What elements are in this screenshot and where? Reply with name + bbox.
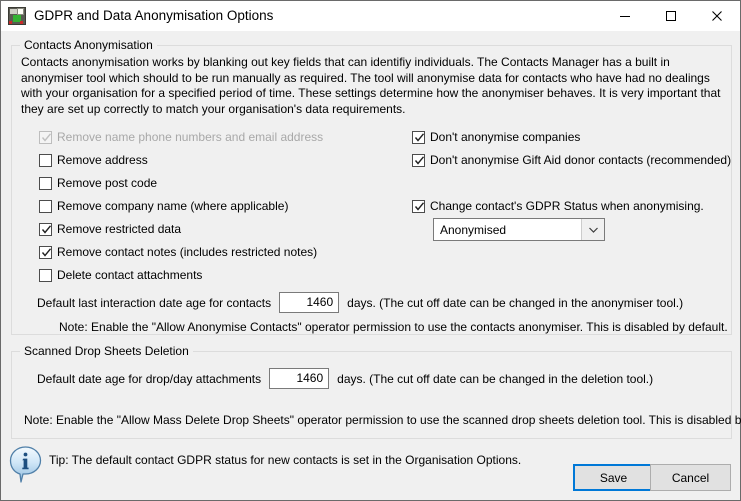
gdpr-status-select[interactable]: Anonymised [433,218,605,241]
checkbox-label: Change contact's GDPR Status when anonym… [430,199,704,213]
checkbox-dont-anonymise-gift-aid[interactable]: Don't anonymise Gift Aid donor contacts … [412,153,731,167]
maximize-icon[interactable] [648,1,694,31]
gdpr-status-value: Anonymised [440,222,507,237]
window-controls [602,1,740,31]
checkbox-remove-contact-notes[interactable]: Remove contact notes (includes restricte… [39,245,317,259]
drop-sheets-permission-note: Note: Enable the "Allow Mass Delete Drop… [24,413,741,427]
checkbox-dont-anonymise-companies[interactable]: Don't anonymise companies [412,130,580,144]
window-title: GDPR and Data Anonymisation Options [34,8,274,23]
checkbox-remove-post-code[interactable]: Remove post code [39,176,157,190]
checkbox-box [39,176,52,190]
minimize-icon[interactable] [602,1,648,31]
gdpr-options-dialog: GDPR and Data Anonymisation Options Cont… [0,0,741,501]
checkbox-box [39,222,52,236]
checkbox-delete-contact-attachments[interactable]: Delete contact attachments [39,268,202,282]
checkbox-label: Remove name phone numbers and email addr… [57,130,324,144]
checkbox-box [412,153,425,167]
checkbox-box [412,199,425,213]
contacts-permission-note: Note: Enable the "Allow Anonymise Contac… [59,320,728,334]
default-drop-attachment-age-row: Default date age for drop/day attachment… [37,368,653,389]
checkbox-label: Remove restricted data [57,222,182,236]
chevron-down-icon[interactable] [581,219,604,240]
checkbox-remove-address[interactable]: Remove address [39,153,148,167]
default-drop-attachment-age-suffix: days. (The cut off date can be changed i… [337,371,654,386]
footer-tip-text: Tip: The default contact GDPR status for… [49,453,522,467]
checkbox-label: Delete contact attachments [57,268,203,282]
checkbox-label: Don't anonymise Gift Aid donor contacts … [430,153,732,167]
drop-sheets-group-title: Scanned Drop Sheets Deletion [20,344,193,358]
save-button[interactable]: Save [573,464,654,491]
checkbox-box [412,130,425,144]
default-last-interaction-suffix: days. (The cut off date can be changed i… [347,295,684,310]
checkbox-box [39,153,52,167]
checkbox-label: Remove company name (where applicable) [57,199,289,213]
dialog-footer: Tip: The default contact GDPR status for… [1,439,740,500]
checkbox-change-gdpr-status[interactable]: Change contact's GDPR Status when anonym… [412,199,704,213]
default-drop-attachment-age-input[interactable]: 1460 [269,368,330,389]
contacts-anonymise-icon [8,6,26,25]
checkbox-label: Remove address [57,153,148,167]
contacts-group-title: Contacts Anonymisation [20,38,157,52]
contacts-anonymisation-group: Contacts Anonymisation Contacts anonymis… [11,38,732,335]
default-drop-attachment-age-label: Default date age for drop/day attachment… [37,371,262,386]
checkbox-label: Remove post code [57,176,158,190]
checkbox-box [39,130,52,144]
checkbox-box [39,199,52,213]
default-last-interaction-label: Default last interaction date age for co… [37,295,272,310]
checkbox-remove-restricted-data[interactable]: Remove restricted data [39,222,181,236]
checkbox-box [39,268,52,282]
checkbox-label: Remove contact notes (includes restricte… [57,245,318,259]
title-bar: GDPR and Data Anonymisation Options [1,1,740,31]
checkbox-box [39,245,52,259]
info-icon [9,445,43,485]
checkbox-label: Don't anonymise companies [430,130,581,144]
close-icon[interactable] [694,1,740,31]
cancel-button[interactable]: Cancel [650,464,731,491]
checkbox-remove-name-phone-email: Remove name phone numbers and email addr… [39,130,323,144]
checkbox-remove-company-name[interactable]: Remove company name (where applicable) [39,199,288,213]
default-last-interaction-input[interactable]: 1460 [279,292,340,313]
default-last-interaction-row: Default last interaction date age for co… [37,292,683,313]
contacts-description: Contacts anonymisation works by blanking… [21,55,721,116]
